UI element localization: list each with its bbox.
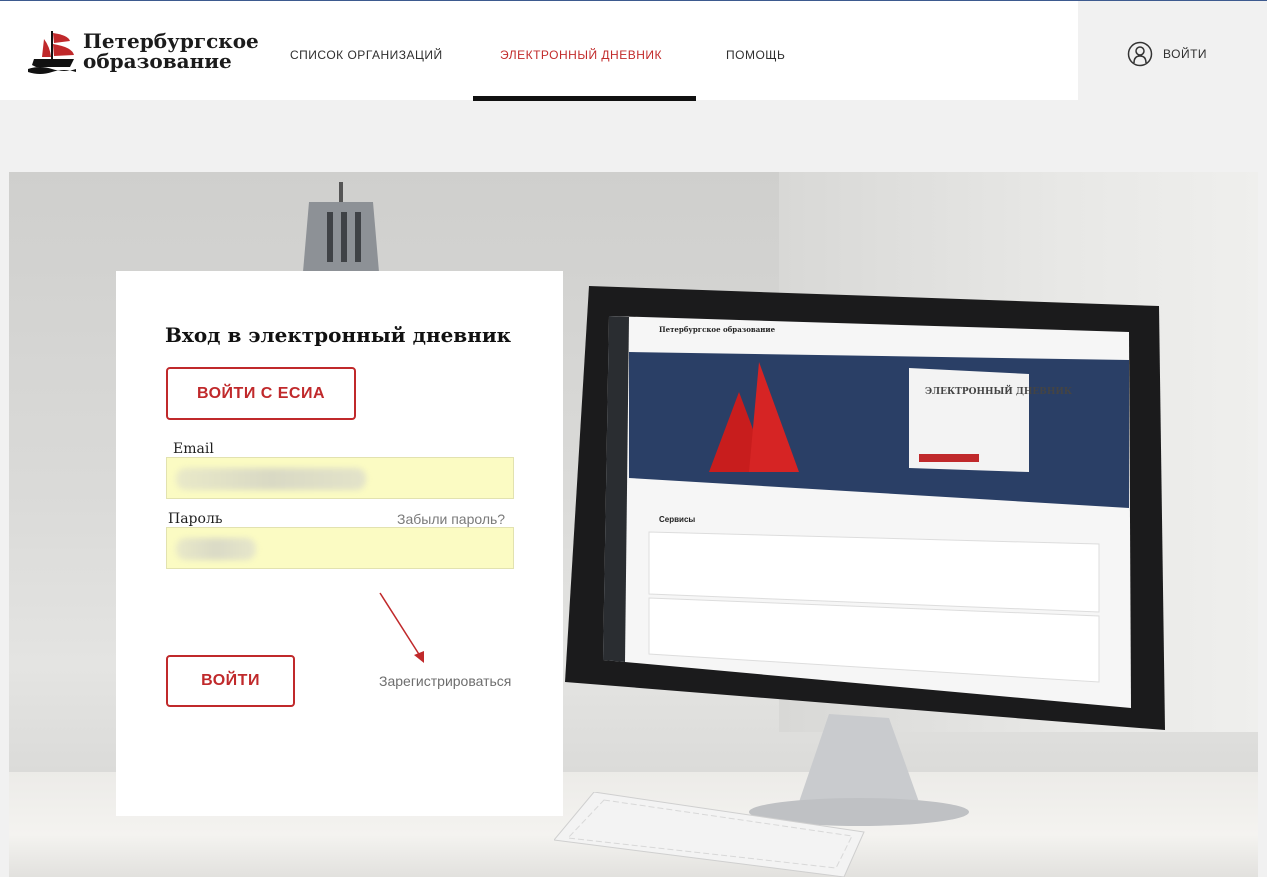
header-login-label: ВОЙТИ — [1163, 47, 1208, 61]
email-label: Email — [173, 441, 214, 457]
active-tab-indicator — [473, 96, 696, 101]
arrow-annotation-icon — [379, 592, 424, 663]
desk-lamp-image — [303, 182, 379, 272]
register-link[interactable]: Зарегистрироваться — [379, 673, 511, 689]
login-card: Вход в электронный дневник ВОЙТИ С ЕСИА … — [116, 271, 563, 816]
nav-organizations[interactable]: СПИСОК ОРГАНИЗАЦИЙ — [290, 48, 443, 62]
password-label: Пароль — [168, 511, 223, 527]
monitor-image: ЭЛЕКТРОННЫЙ ДНЕВНИК Сервисы Петербургско… — [565, 286, 1165, 826]
password-blurred-value — [176, 538, 256, 560]
email-blurred-value — [176, 468, 366, 490]
nav-help[interactable]: ПОМОЩЬ — [726, 48, 785, 62]
user-circle-icon — [1127, 41, 1153, 67]
site-logo[interactable]: Петербургское образование — [28, 23, 259, 83]
logo-line-1: Петербургское — [83, 29, 259, 53]
login-submit-button[interactable]: ВОЙТИ — [166, 655, 295, 707]
ship-logo-icon — [28, 31, 76, 74]
logo-text: Петербургское образование — [83, 31, 259, 71]
keyboard-image — [554, 792, 865, 877]
header-login-area: ВОЙТИ — [1078, 1, 1267, 100]
site-header: Петербургское образование СПИСОК ОРГАНИЗ… — [0, 1, 1078, 101]
login-esia-button[interactable]: ВОЙТИ С ЕСИА — [166, 367, 356, 420]
monitor-site-name: Петербургское образование — [659, 325, 776, 334]
header-login-link[interactable]: ВОЙТИ — [1127, 39, 1207, 69]
login-title: Вход в электронный дневник — [165, 323, 512, 347]
forgot-password-link[interactable]: Забыли пароль? — [397, 511, 505, 527]
nav-electronic-diary[interactable]: ЭЛЕКТРОННЫЙ ДНЕВНИК — [500, 48, 662, 62]
logo-line-2: образование — [83, 49, 232, 73]
monitor-section-title: Сервисы — [659, 515, 695, 524]
